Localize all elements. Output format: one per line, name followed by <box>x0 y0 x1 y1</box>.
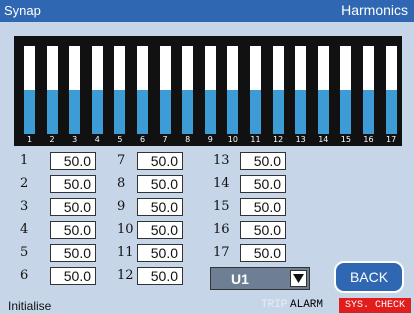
chart-bar <box>340 46 352 134</box>
harmonic-value-field[interactable]: 50.0 <box>240 244 286 262</box>
chart-tick-label: 12 <box>273 135 284 144</box>
harmonic-number-label: 10 <box>117 222 134 237</box>
chart-bar-fill <box>317 90 329 134</box>
harmonics-bar-chart: 1 2 3 4 5 6 7 8 9 10 11 12 13 14 15 16 17 <box>14 36 402 146</box>
harmonic-number-label: 3 <box>20 199 29 214</box>
chart-bar <box>204 46 216 134</box>
chart-tick-label: 13 <box>295 135 306 144</box>
chart-bar-fill <box>385 90 397 134</box>
chart-tick-label: 6 <box>139 135 146 144</box>
chart-bar <box>159 46 171 134</box>
chevron-down-icon[interactable] <box>290 270 307 287</box>
chart-bar-fill <box>227 90 239 134</box>
chart-bar-fill <box>69 90 81 134</box>
harmonic-value-field[interactable]: 50.0 <box>240 175 286 193</box>
harmonic-number-label: 7 <box>117 153 126 168</box>
harmonic-value-field[interactable]: 50.0 <box>240 198 286 216</box>
harmonic-value-field[interactable]: 50.0 <box>240 152 286 170</box>
harmonic-value-field[interactable]: 50.0 <box>137 198 183 216</box>
harmonic-value-field[interactable]: 50.0 <box>137 267 183 285</box>
harmonic-number-label: 16 <box>213 222 230 237</box>
harmonic-value-field[interactable]: 50.0 <box>50 221 96 239</box>
chart-bar-fill <box>137 90 148 134</box>
chart-bar-fill <box>340 90 352 134</box>
chart-tick-label: 1 <box>26 135 33 144</box>
chart-tick-label: 14 <box>318 135 329 144</box>
title-bar: Synap Harmonics <box>0 0 414 22</box>
harmonic-value-field[interactable]: 50.0 <box>50 198 96 216</box>
chart-tick-label: 8 <box>185 135 191 144</box>
harmonic-number-label: 2 <box>20 176 29 191</box>
phase-selector[interactable]: U1 <box>210 267 310 290</box>
chart-bar-fill <box>46 90 58 134</box>
harmonic-number-label: 8 <box>117 176 126 191</box>
chart-bar <box>69 46 81 134</box>
harmonic-number-label: 4 <box>20 222 29 237</box>
harmonic-number-label: 11 <box>117 245 134 260</box>
sys-check-indicator: SYS. CHECK <box>339 298 411 313</box>
harmonic-value-field[interactable]: 50.0 <box>50 175 96 193</box>
chart-bar-fill <box>272 90 284 134</box>
harmonic-value-field[interactable]: 50.0 <box>50 152 96 170</box>
harmonic-value-field[interactable]: 50.0 <box>137 152 183 170</box>
chart-tick-label: 2 <box>49 135 55 144</box>
chart-bar-fill <box>91 90 103 134</box>
back-button[interactable]: BACK <box>334 261 404 293</box>
chart-bar <box>227 46 239 134</box>
chart-bar-fill <box>363 90 374 134</box>
alarm-indicator: ALARM <box>290 299 324 311</box>
harmonic-number-label: 15 <box>213 199 230 214</box>
chart-tick-label: 10 <box>227 135 238 144</box>
harmonic-number-label: 6 <box>20 268 29 283</box>
chart-bar <box>385 46 397 134</box>
status-message: Initialise <box>8 299 52 313</box>
chart-tick-label: 9 <box>207 135 213 144</box>
harmonic-number-label: 14 <box>213 176 230 191</box>
harmonic-value-field[interactable]: 50.0 <box>137 244 183 262</box>
chart-bar-fill <box>114 90 126 134</box>
chart-tick-label: 5 <box>117 135 123 144</box>
chart-bar <box>91 46 103 134</box>
app-title: Synap <box>4 3 41 18</box>
harmonic-value-field[interactable]: 50.0 <box>50 267 96 285</box>
harmonic-number-label: 9 <box>117 199 126 214</box>
harmonic-number-label: 17 <box>213 245 230 260</box>
chart-bar <box>295 46 307 134</box>
chart-bar-fill <box>295 90 307 134</box>
harmonic-value-field[interactable]: 50.0 <box>240 221 286 239</box>
phase-selector-value: U1 <box>231 271 249 287</box>
harmonic-number-label: 1 <box>20 153 29 168</box>
chart-tick-label: 4 <box>94 135 100 144</box>
page-title: Harmonics <box>341 2 408 18</box>
chart-bar-fill <box>159 90 171 134</box>
chart-tick-label: 16 <box>363 135 374 144</box>
harmonic-value-field[interactable]: 50.0 <box>137 221 183 239</box>
chart-bar-fill <box>182 90 194 134</box>
chart-tick-label: 3 <box>72 135 78 144</box>
chart-tick-label: 11 <box>250 135 261 144</box>
harmonic-value-field[interactable]: 50.0 <box>137 175 183 193</box>
harmonic-value-field[interactable]: 50.0 <box>50 244 96 262</box>
chart-tick-label: 17 <box>386 135 397 144</box>
chart-bar <box>272 46 284 134</box>
chart-tick-label: 7 <box>162 135 168 144</box>
chart-bar <box>24 46 35 134</box>
chart-bar-fill <box>204 90 216 134</box>
chart-bar <box>137 46 148 134</box>
chart-bar-fill <box>24 90 35 134</box>
chart-bar-fill <box>250 90 261 134</box>
trip-indicator: TRIP <box>261 299 288 311</box>
chart-bar <box>182 46 194 134</box>
chart-bar <box>114 46 126 134</box>
harmonic-number-label: 13 <box>213 153 230 168</box>
status-bar: Initialise TRIP ALARM SYS. CHECK <box>0 298 414 314</box>
chart-tick-label: 15 <box>340 135 351 144</box>
harmonic-number-label: 5 <box>20 245 29 260</box>
harmonic-number-label: 12 <box>117 268 134 283</box>
chart-bar <box>363 46 374 134</box>
chart-bar <box>317 46 329 134</box>
chart-bar <box>46 46 58 134</box>
chart-bar <box>250 46 261 134</box>
harmonics-screen: Synap Harmonics 1 2 3 4 5 6 7 8 9 10 11 12 13 14 15 16 1… <box>0 0 414 314</box>
